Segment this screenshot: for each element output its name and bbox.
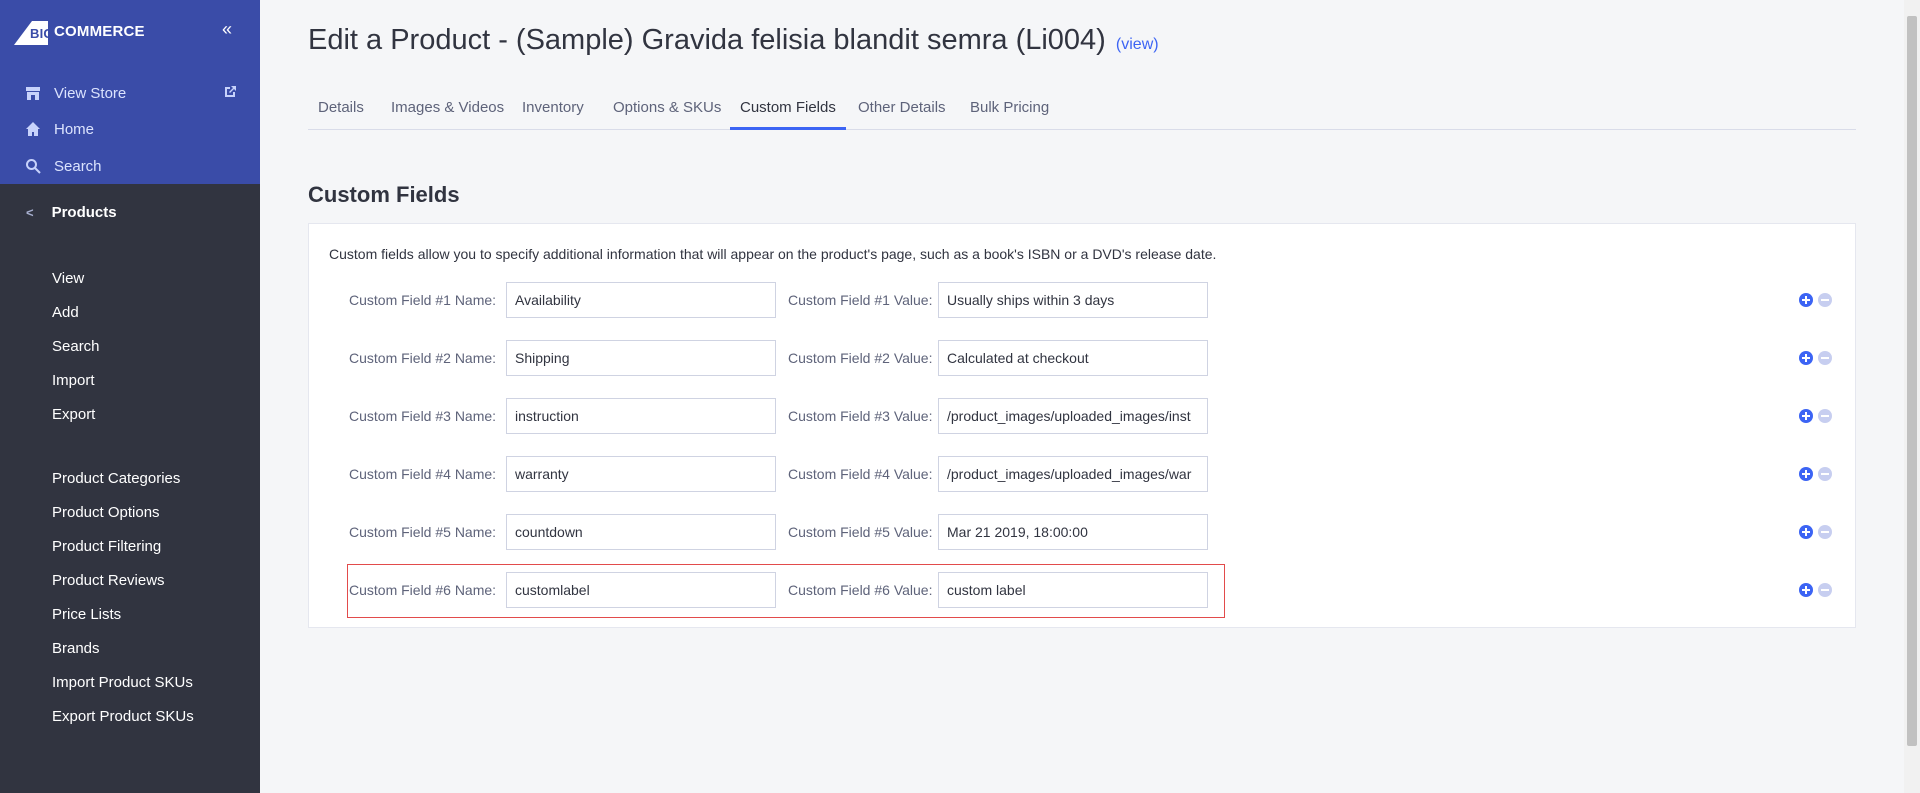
custom-field-row: Custom Field #2 Name: Shipping Custom Fi… — [309, 340, 1857, 380]
field-name-label: Custom Field #4 Name: — [349, 466, 497, 482]
sidebar-item-product-categories[interactable]: Product Categories — [52, 470, 180, 487]
field-name-input[interactable]: warranty — [506, 456, 776, 492]
products-section-header[interactable]: < Products — [26, 204, 117, 221]
page-title-text: Edit a Product - (Sample) Gravida felisi… — [308, 24, 1106, 56]
custom-fields-panel: Custom fields allow you to specify addit… — [308, 223, 1856, 628]
remove-field-icon[interactable] — [1818, 467, 1832, 481]
field-value-label: Custom Field #1 Value: — [788, 292, 933, 308]
home-icon — [24, 120, 42, 138]
search-link[interactable]: Search — [24, 155, 102, 177]
sidebar-item-brands[interactable]: Brands — [52, 640, 100, 657]
add-field-icon[interactable] — [1799, 351, 1813, 365]
sidebar-item-price-lists[interactable]: Price Lists — [52, 606, 121, 623]
page-scrollbar[interactable] — [1904, 0, 1920, 793]
collapse-sidebar-icon[interactable]: « — [222, 20, 240, 38]
page-title: Edit a Product - (Sample) Gravida felisi… — [308, 24, 1159, 57]
add-field-icon[interactable] — [1799, 583, 1813, 597]
field-name-input[interactable]: instruction — [506, 398, 776, 434]
search-icon — [24, 157, 42, 175]
sidebar-item-import[interactable]: Import — [52, 372, 95, 389]
add-field-icon[interactable] — [1799, 293, 1813, 307]
products-section-label: Products — [51, 204, 117, 221]
field-name-label: Custom Field #1 Name: — [349, 292, 497, 308]
sidebar-item-product-reviews[interactable]: Product Reviews — [52, 572, 165, 589]
remove-field-icon[interactable] — [1818, 525, 1832, 539]
field-name-label: Custom Field #3 Name: — [349, 408, 497, 424]
sidebar-item-export-product-skus[interactable]: Export Product SKUs — [52, 708, 194, 725]
home-link[interactable]: Home — [24, 118, 94, 140]
sidebar-item-search[interactable]: Search — [52, 338, 100, 355]
field-name-label: Custom Field #5 Name: — [349, 524, 497, 540]
section-title: Custom Fields — [308, 182, 460, 207]
field-value-input[interactable]: Calculated at checkout — [938, 340, 1208, 376]
field-value-label: Custom Field #5 Value: — [788, 524, 933, 540]
tab-custom-fields[interactable]: Custom Fields — [730, 90, 846, 130]
remove-field-icon[interactable] — [1818, 409, 1832, 423]
sidebar-item-import-product-skus[interactable]: Import Product SKUs — [52, 674, 193, 691]
scrollbar-thumb[interactable] — [1907, 16, 1917, 746]
field-value-input[interactable]: /product_images/uploaded_images/war — [938, 456, 1208, 492]
tab-options-skus[interactable]: Options & SKUs — [613, 90, 721, 130]
field-name-input[interactable]: customlabel — [506, 572, 776, 608]
sidebar-item-product-filtering[interactable]: Product Filtering — [52, 538, 161, 555]
field-value-input[interactable]: Usually ships within 3 days — [938, 282, 1208, 318]
add-field-icon[interactable] — [1799, 467, 1813, 481]
remove-field-icon[interactable] — [1818, 351, 1832, 365]
custom-field-row: Custom Field #1 Name: Availability Custo… — [309, 282, 1857, 322]
store-icon — [24, 84, 42, 102]
field-name-input[interactable]: countdown — [506, 514, 776, 550]
view-store-label: View Store — [54, 84, 127, 102]
main-content: Edit a Product - (Sample) Gravida felisi… — [260, 0, 1900, 793]
home-label: Home — [54, 120, 95, 138]
view-product-link[interactable]: (view) — [1116, 36, 1159, 53]
logo-icon: BIG — [14, 17, 54, 45]
tab-details[interactable]: Details — [318, 90, 364, 130]
sidebar-item-export[interactable]: Export — [52, 406, 95, 423]
sidebar-item-view[interactable]: View — [52, 270, 84, 287]
sidebar-item-product-options[interactable]: Product Options — [52, 504, 160, 521]
brand-name: COMMERCE — [54, 22, 145, 40]
field-name-input[interactable]: Availability — [506, 282, 776, 318]
field-name-input[interactable]: Shipping — [506, 340, 776, 376]
field-value-input[interactable]: /product_images/uploaded_images/inst — [938, 398, 1208, 434]
external-link-icon[interactable] — [222, 84, 238, 100]
remove-field-icon[interactable] — [1818, 583, 1832, 597]
search-label: Search — [54, 157, 102, 175]
tab-images-videos[interactable]: Images & Videos — [391, 90, 504, 130]
remove-field-icon[interactable] — [1818, 293, 1832, 307]
tab-inventory[interactable]: Inventory — [522, 90, 584, 130]
sidebar-header: BIG COMMERCE « View Store Home Search — [0, 0, 260, 184]
brand-logo[interactable]: BIG COMMERCE — [14, 14, 145, 48]
field-value-input[interactable]: custom label — [938, 572, 1208, 608]
tab-bar: Details Images & Videos Inventory Option… — [308, 90, 1856, 130]
sidebar: BIG COMMERCE « View Store Home Search < … — [0, 0, 260, 793]
field-value-label: Custom Field #2 Value: — [788, 350, 933, 366]
add-field-icon[interactable] — [1799, 525, 1813, 539]
field-value-input[interactable]: Mar 21 2019, 18:00:00 — [938, 514, 1208, 550]
tab-bulk-pricing[interactable]: Bulk Pricing — [970, 90, 1049, 130]
field-name-label: Custom Field #6 Name: — [349, 582, 497, 598]
brand-prefix: BIG — [30, 26, 54, 41]
field-value-label: Custom Field #4 Value: — [788, 466, 933, 482]
custom-field-row: Custom Field #3 Name: instruction Custom… — [309, 398, 1857, 438]
custom-fields-description: Custom fields allow you to specify addit… — [329, 246, 1217, 262]
add-field-icon[interactable] — [1799, 409, 1813, 423]
field-value-label: Custom Field #3 Value: — [788, 408, 933, 424]
custom-field-row: Custom Field #6 Name: customlabel Custom… — [309, 572, 1857, 612]
custom-field-row: Custom Field #4 Name: warranty Custom Fi… — [309, 456, 1857, 496]
tab-other-details[interactable]: Other Details — [858, 90, 946, 130]
field-value-label: Custom Field #6 Value: — [788, 582, 933, 598]
chevron-left-icon: < — [26, 205, 34, 220]
view-store-link[interactable]: View Store — [24, 82, 126, 104]
sidebar-item-add[interactable]: Add — [52, 304, 79, 321]
custom-field-row: Custom Field #5 Name: countdown Custom F… — [309, 514, 1857, 554]
field-name-label: Custom Field #2 Name: — [349, 350, 497, 366]
